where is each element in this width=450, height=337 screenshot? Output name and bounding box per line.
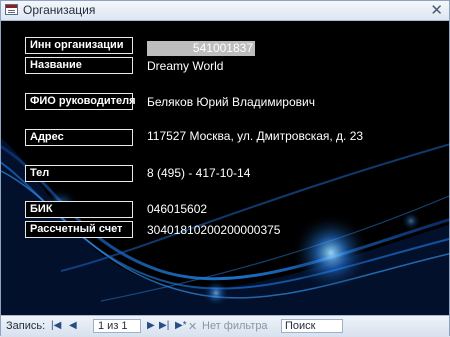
new-record-button[interactable]: ▶* <box>175 320 187 331</box>
first-record-button[interactable]: |◀ <box>51 320 61 331</box>
director-label: ФИО руководителя <box>25 93 136 110</box>
record-label: Запись: <box>6 320 46 332</box>
filter-icon[interactable]: ✕ <box>188 320 197 333</box>
director-value[interactable]: Беляков Юрий Владимирович <box>147 95 315 109</box>
phone-label: Тел <box>25 165 133 182</box>
bik-label: БИК <box>25 201 133 218</box>
prev-record-button[interactable]: ◀ <box>69 320 77 331</box>
window-title: Организация <box>23 3 96 17</box>
record-position-field[interactable]: 1 из 1 <box>93 319 141 333</box>
bik-value[interactable]: 046015602 <box>147 202 207 216</box>
search-input[interactable]: Поиск <box>281 319 343 333</box>
account-value[interactable]: 30401810200200000375 <box>147 223 280 237</box>
last-record-button[interactable]: ▶| <box>159 320 169 331</box>
close-icon[interactable]: ✕ <box>430 1 443 19</box>
record-navigation-bar: Запись: |◀ ◀ 1 из 1 ▶ ▶| ▶* ✕ Нет фильтр… <box>1 315 449 337</box>
address-value[interactable]: 117527 Москва, ул. Дмитровская, д. 23 <box>147 129 363 143</box>
inn-field[interactable]: 541001837 <box>147 41 255 56</box>
form-canvas: Инн организации 541001837 Название Dream… <box>1 21 449 315</box>
form-icon <box>5 4 18 15</box>
name-value[interactable]: Dreamy World <box>147 59 223 73</box>
title-bar: Организация ✕ <box>1 1 449 21</box>
name-label: Название <box>25 57 133 74</box>
next-record-button[interactable]: ▶ <box>147 320 155 331</box>
address-label: Адрес <box>25 129 133 146</box>
filter-status[interactable]: Нет фильтра <box>202 320 268 332</box>
phone-value[interactable]: 8 (495) - 417-10-14 <box>147 166 250 180</box>
account-label: Рассчетный счет <box>25 221 133 238</box>
form-window: Организация ✕ Инн организации 541001837 … <box>0 0 450 337</box>
inn-label: Инн организации <box>25 37 133 54</box>
